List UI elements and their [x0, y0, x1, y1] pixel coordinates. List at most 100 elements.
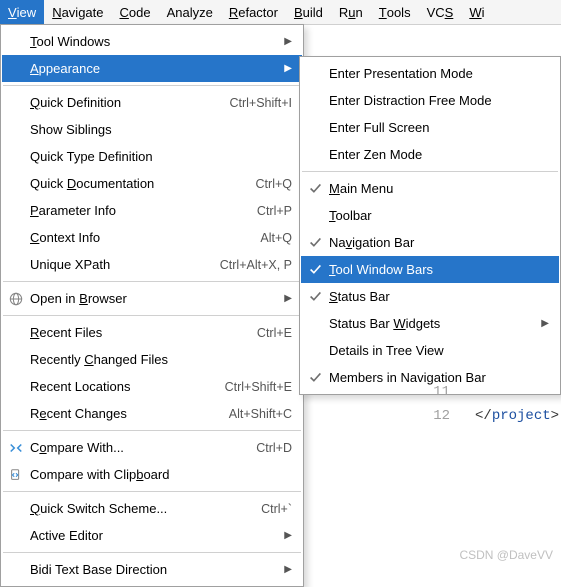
- menu-item-label: Tool Window Bars: [329, 262, 549, 277]
- editor-gutter: 11 12: [410, 380, 450, 428]
- appearance-item-status-bar-widgets[interactable]: Status Bar Widgets▶: [301, 310, 559, 337]
- chevron-right-icon: ▶: [284, 63, 292, 74]
- view-menu-item-open-in-browser[interactable]: Open in Browser ▶: [2, 285, 302, 312]
- view-menu-item-appearance[interactable]: Appearance ▶: [2, 55, 302, 82]
- view-menu-item-quick-documentation[interactable]: Quick DocumentationCtrl+Q: [2, 170, 302, 197]
- globe-icon: [2, 292, 30, 306]
- check-icon: [301, 236, 329, 249]
- chevron-right-icon: ▶: [284, 293, 292, 304]
- view-menu-item-recent-changes[interactable]: Recent ChangesAlt+Shift+C: [2, 400, 302, 427]
- menu-item-label: Recent Locations: [30, 379, 225, 394]
- view-menu-item-quick-switch-scheme-[interactable]: Quick Switch Scheme...Ctrl+`: [2, 495, 302, 522]
- menu-shortcut: Ctrl+`: [261, 502, 292, 516]
- line-number: 12: [410, 404, 450, 428]
- appearance-item-enter-full-screen[interactable]: Enter Full Screen: [301, 114, 559, 141]
- menu-shortcut: Alt+Q: [260, 231, 292, 245]
- view-menu-separator: [3, 315, 301, 316]
- view-menu-item-recent-files[interactable]: Recent FilesCtrl+E: [2, 319, 302, 346]
- view-menu-item-tool-windows[interactable]: Tool Windows ▶: [2, 28, 302, 55]
- view-menu-item-quick-type-definition[interactable]: Quick Type Definition: [2, 143, 302, 170]
- chevron-right-icon: ▶: [284, 36, 292, 47]
- appearance-item-tool-window-bars[interactable]: Tool Window Bars: [301, 256, 559, 283]
- menubar-item-refactor[interactable]: Refactor: [221, 0, 286, 24]
- menu-item-label: Enter Zen Mode: [329, 147, 549, 162]
- menu-item-label: Unique XPath: [30, 257, 220, 272]
- menu-shortcut: Ctrl+D: [256, 441, 292, 455]
- menu-shortcut: Ctrl+Shift+I: [229, 96, 292, 110]
- view-menu-separator: [3, 491, 301, 492]
- appearance-item-enter-presentation-mode[interactable]: Enter Presentation Mode: [301, 60, 559, 87]
- menu-item-label: Enter Presentation Mode: [329, 66, 549, 81]
- menu-shortcut: Ctrl+E: [257, 326, 292, 340]
- menubar-item-code[interactable]: Code: [112, 0, 159, 24]
- line-number: 11: [410, 380, 450, 404]
- view-menu-item-recently-changed-files[interactable]: Recently Changed Files: [2, 346, 302, 373]
- menu-item-label: Status Bar Widgets: [329, 316, 537, 331]
- menu-item-label: Details in Tree View: [329, 343, 549, 358]
- menu-item-label: Active Editor: [30, 528, 280, 543]
- menu-item-label: Quick Switch Scheme...: [30, 501, 261, 516]
- menu-item-label: Recent Changes: [30, 406, 229, 421]
- view-menu-item-recent-locations[interactable]: Recent LocationsCtrl+Shift+E: [2, 373, 302, 400]
- editor-code: </project>: [475, 404, 559, 428]
- view-menu-item-parameter-info[interactable]: Parameter InfoCtrl+P: [2, 197, 302, 224]
- menu-item-label: Quick Definition: [30, 95, 229, 110]
- menubar-item-analyze[interactable]: Analyze: [159, 0, 221, 24]
- appearance-item-main-menu[interactable]: Main Menu: [301, 175, 559, 202]
- view-menu-item-unique-xpath[interactable]: Unique XPathCtrl+Alt+X, P: [2, 251, 302, 278]
- menu-shortcut: Alt+Shift+C: [229, 407, 292, 421]
- appearance-item-navigation-bar[interactable]: Navigation Bar: [301, 229, 559, 256]
- view-menu-item-quick-definition[interactable]: Quick DefinitionCtrl+Shift+I: [2, 89, 302, 116]
- menubar-item-navigate[interactable]: Navigate: [44, 0, 111, 24]
- menu-item-label: Quick Type Definition: [30, 149, 292, 164]
- check-icon: [301, 263, 329, 276]
- menubar: ViewNavigateCodeAnalyzeRefactorBuildRunT…: [0, 0, 561, 25]
- menu-item-label: Tool Windows: [30, 34, 280, 49]
- menu-item-label: Navigation Bar: [329, 235, 549, 250]
- chevron-right-icon: ▶: [284, 564, 292, 575]
- menu-item-label: Enter Distraction Free Mode: [329, 93, 549, 108]
- view-menu-separator: [3, 430, 301, 431]
- appearance-item-enter-zen-mode[interactable]: Enter Zen Mode: [301, 141, 559, 168]
- view-menu-item-compare-with-[interactable]: Compare With...Ctrl+D: [2, 434, 302, 461]
- appearance-submenu: Enter Presentation Mode Enter Distraction…: [299, 56, 561, 395]
- check-icon: [301, 290, 329, 303]
- menu-item-label: Recently Changed Files: [30, 352, 292, 367]
- menu-item-label: Context Info: [30, 230, 260, 245]
- menu-item-label: Toolbar: [329, 208, 549, 223]
- menu-item-label: Appearance: [30, 61, 280, 76]
- appearance-separator: [302, 171, 558, 172]
- view-menu-dropdown: Tool Windows ▶ Appearance ▶ Quick Definition…: [0, 24, 304, 587]
- appearance-item-toolbar[interactable]: Toolbar: [301, 202, 559, 229]
- menubar-item-run[interactable]: Run: [331, 0, 371, 24]
- menu-item-label: Show Siblings: [30, 122, 292, 137]
- menubar-item-build[interactable]: Build: [286, 0, 331, 24]
- menu-item-label: Recent Files: [30, 325, 257, 340]
- view-menu-item-bidi-text-base-direction[interactable]: Bidi Text Base Direction▶: [2, 556, 302, 583]
- chevron-right-icon: ▶: [284, 530, 292, 541]
- menu-item-label: Status Bar: [329, 289, 549, 304]
- editor-background: 11 12 </project>: [300, 380, 561, 568]
- menu-shortcut: Ctrl+Shift+E: [225, 380, 292, 394]
- view-menu-separator: [3, 281, 301, 282]
- view-menu-item-show-siblings[interactable]: Show Siblings: [2, 116, 302, 143]
- menu-item-label: Quick Documentation: [30, 176, 256, 191]
- menubar-item-vcs[interactable]: VCS: [419, 0, 462, 24]
- view-menu-item-active-editor[interactable]: Active Editor ▶: [2, 522, 302, 549]
- menu-item-label: Open in Browser: [30, 291, 280, 306]
- appearance-item-status-bar[interactable]: Status Bar: [301, 283, 559, 310]
- compare-icon: [2, 441, 30, 455]
- view-menu-item-context-info[interactable]: Context InfoAlt+Q: [2, 224, 302, 251]
- view-menu-item-compare-with-clipboard[interactable]: Compare with Clipboard: [2, 461, 302, 488]
- menubar-item-tools[interactable]: Tools: [371, 0, 419, 24]
- appearance-item-details-in-tree-view[interactable]: Details in Tree View: [301, 337, 559, 364]
- menubar-item-wi[interactable]: Wi: [461, 0, 492, 24]
- view-menu-separator: [3, 552, 301, 553]
- menu-item-label: Compare with Clipboard: [30, 467, 292, 482]
- menu-shortcut: Ctrl+Alt+X, P: [220, 258, 292, 272]
- check-icon: [301, 182, 329, 195]
- menu-shortcut: Ctrl+Q: [256, 177, 292, 191]
- appearance-item-enter-distraction-free-mode[interactable]: Enter Distraction Free Mode: [301, 87, 559, 114]
- menubar-item-view[interactable]: View: [0, 0, 44, 24]
- menu-item-label: Main Menu: [329, 181, 549, 196]
